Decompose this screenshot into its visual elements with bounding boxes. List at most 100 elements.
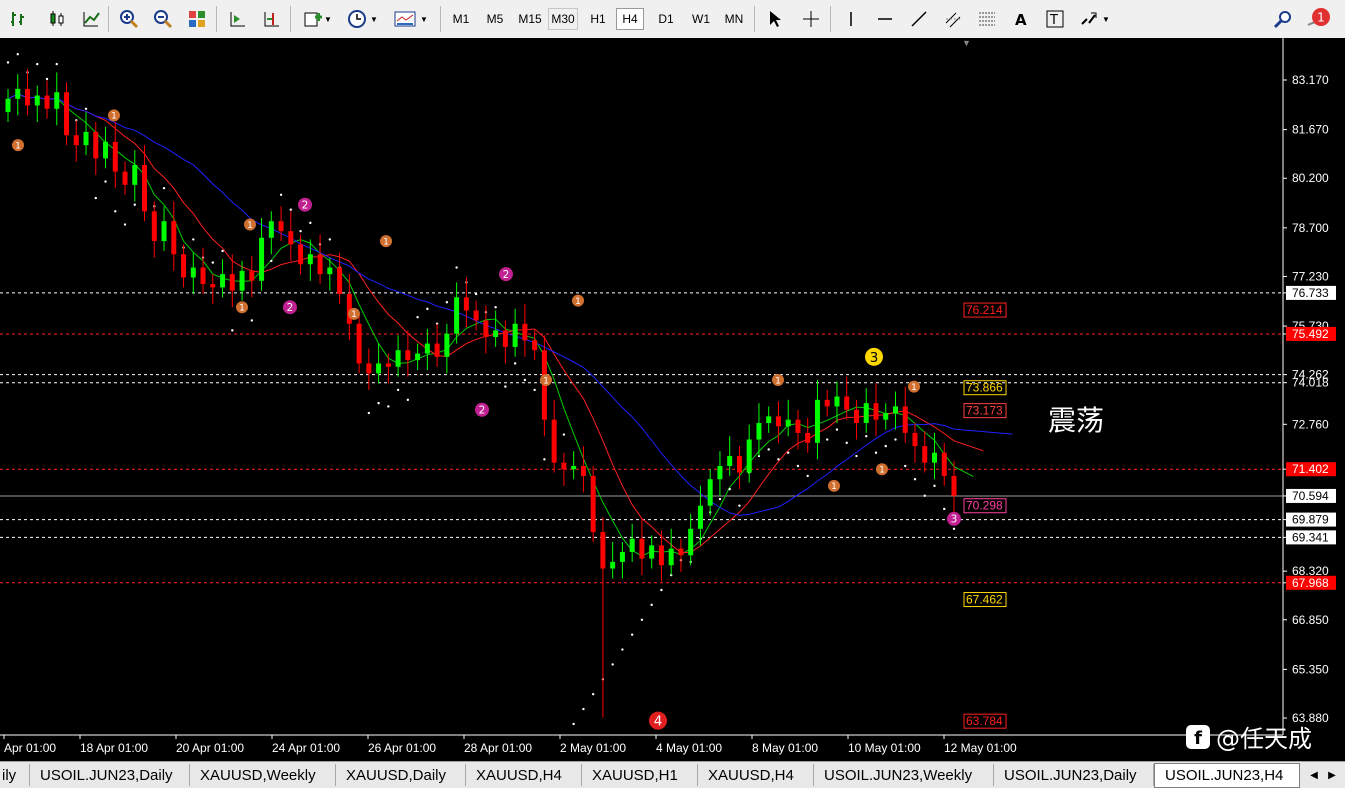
sar-dot (952, 527, 956, 531)
zoom-out-icon[interactable] (150, 6, 176, 32)
candle-bear (181, 254, 187, 278)
arrows-icon[interactable] (1076, 6, 1102, 32)
tab-4[interactable]: XAUUSD,H4 (466, 764, 582, 786)
candle-bear (805, 432, 811, 443)
horizontal-line-icon[interactable] (872, 6, 898, 32)
candle-bear (941, 452, 947, 476)
chart-area[interactable]: 1 1 1 1 2 2 1 1 2 2 1 1 1 3 1 1 1 3 4 83.170 81.670 80.200 78… (0, 38, 1345, 761)
candle-bear (366, 363, 372, 374)
candle-bull (785, 419, 791, 427)
tab-7[interactable]: USOIL.JUN23,Weekly (814, 764, 994, 786)
level-label: 76.214 (966, 303, 1003, 317)
tab-3[interactable]: XAUUSD,Daily (336, 764, 466, 786)
sar-dot (504, 385, 507, 388)
tab-0[interactable]: ily (0, 764, 30, 786)
candle-bear (25, 88, 31, 106)
date-label: 28 Apr 01:00 (464, 741, 532, 755)
fibonacci-icon[interactable] (974, 6, 1000, 32)
sar-dot (367, 411, 371, 415)
cursor-icon[interactable] (762, 6, 788, 32)
candle-bull (268, 221, 274, 238)
candle-bear (824, 399, 830, 407)
timeframe-m5[interactable]: M5 (480, 8, 510, 30)
sar-dot (582, 707, 585, 711)
tile-windows-icon[interactable] (184, 6, 210, 32)
price-chart[interactable]: 1 1 1 1 2 2 1 1 2 2 1 1 1 3 1 1 1 3 4 83.170 81.670 80.200 78… (0, 38, 1345, 761)
candle-bear (385, 363, 391, 367)
vertical-line-icon[interactable] (838, 6, 864, 32)
sar-dot (250, 319, 254, 322)
tab-scroll-right-icon[interactable]: ▶ (1324, 766, 1340, 784)
candle-bear (873, 403, 879, 420)
wave-marker-number: 1 (775, 376, 781, 386)
timeframe-h4[interactable]: H4 (616, 8, 644, 30)
candlestick-icon[interactable] (44, 6, 70, 32)
candle-bear (434, 343, 440, 357)
candle-bull (863, 403, 869, 423)
tab-5[interactable]: XAUUSD,H1 (582, 764, 698, 786)
sar-dot (738, 504, 741, 507)
price-label: 75.492 (1292, 327, 1329, 341)
candle-bear (902, 406, 908, 433)
candle-bear (844, 396, 850, 410)
sar-dot (474, 292, 478, 296)
equidistant-channel-icon[interactable] (940, 6, 966, 32)
chevron-down-icon[interactable]: ▼ (322, 6, 334, 32)
tab-9-active[interactable]: USOIL.JUN23,H4 (1154, 763, 1300, 788)
tab-scroll-left-icon[interactable]: ◀ (1306, 766, 1322, 784)
date-label: 20 Apr 01:00 (176, 741, 244, 755)
crosshair-icon[interactable] (798, 6, 824, 32)
bar-chart-icon[interactable] (6, 6, 32, 32)
candle-bear (142, 165, 148, 212)
candle-bear (551, 419, 557, 463)
candle-bear (590, 475, 596, 533)
candle-bull (327, 267, 333, 275)
tab-8[interactable]: USOIL.JUN23,Daily (994, 764, 1154, 786)
wave-marker-number: 1 (911, 383, 917, 393)
line-chart-icon[interactable] (78, 6, 104, 32)
price-label: 81.670 (1292, 123, 1329, 137)
zoom-in-icon[interactable] (116, 6, 142, 32)
candle-bull (892, 406, 898, 414)
candle-bear (678, 548, 684, 556)
chart-shift-icon[interactable] (258, 6, 284, 32)
sar-dot (445, 301, 449, 304)
candle-bull (190, 267, 196, 278)
timeframe-m1[interactable]: M1 (446, 8, 476, 30)
timeframe-m15[interactable]: M15 (514, 8, 546, 30)
candle-bull (668, 548, 674, 566)
search-icon[interactable] (1270, 6, 1296, 32)
tab-1[interactable]: USOIL.JUN23,Daily (30, 764, 190, 786)
sar-dot (513, 362, 517, 365)
candle-bull (83, 131, 89, 146)
wave-marker-number: 1 (543, 376, 549, 386)
sar-dot (621, 648, 624, 651)
chevron-down-icon[interactable]: ▼ (418, 6, 430, 32)
sar-dot (6, 61, 10, 64)
wave-marker-number: 1 (383, 237, 389, 247)
wave-marker-number: 3 (951, 514, 958, 526)
clock-icon[interactable] (344, 6, 370, 32)
chevron-down-icon[interactable]: ▼ (1100, 6, 1112, 32)
tab-6[interactable]: XAUUSD,H4 (698, 764, 814, 786)
timeframe-h1[interactable]: H1 (584, 8, 612, 30)
sar-dot (36, 62, 39, 66)
candle-bear (249, 270, 255, 281)
templates-icon[interactable] (392, 6, 418, 32)
timeframe-w1[interactable]: W1 (686, 8, 716, 30)
auto-scroll-icon[interactable] (224, 6, 250, 32)
timeframe-mn[interactable]: MN (720, 8, 748, 30)
candle-bull (15, 88, 21, 99)
timeframe-d1[interactable]: D1 (652, 8, 680, 30)
candle-bear (658, 545, 664, 566)
candle-bull (707, 479, 713, 506)
text-label-icon[interactable]: T (1042, 6, 1068, 32)
text-icon[interactable]: A (1008, 6, 1034, 32)
timeframe-m30[interactable]: M30 (548, 8, 578, 30)
trend-line-icon[interactable] (906, 6, 932, 32)
tab-2[interactable]: XAUUSD,Weekly (190, 764, 336, 786)
notification-icon[interactable]: 1 (1306, 6, 1332, 32)
chevron-down-icon[interactable]: ▼ (368, 6, 380, 32)
sar-dot (855, 454, 858, 458)
sar-dot (133, 203, 136, 206)
